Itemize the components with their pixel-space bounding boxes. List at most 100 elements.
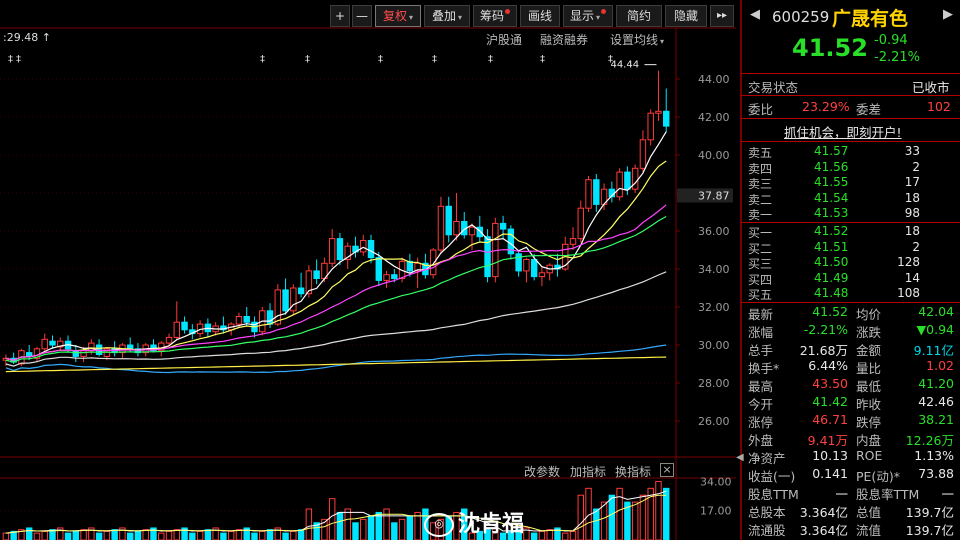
candle-body bbox=[313, 270, 320, 279]
event-marker-icon: ‡ bbox=[16, 54, 21, 65]
volume-bar bbox=[538, 530, 546, 540]
stat-row: 股息TTM 一 股息率TTM 一 bbox=[740, 484, 960, 502]
stat-value: ▼0.94 bbox=[916, 322, 954, 337]
stat-value: -2.21% bbox=[803, 322, 848, 337]
candle-body bbox=[282, 289, 289, 312]
ma-settings-link[interactable]: 设置均线 ▾ bbox=[610, 31, 664, 48]
switch-indicator-button[interactable]: 换指标 bbox=[615, 463, 651, 480]
volume-bar bbox=[360, 518, 367, 540]
zoom-in-button[interactable]: + bbox=[330, 5, 350, 27]
volume-bar bbox=[593, 508, 600, 540]
quote-panel: ◀ 600259 广晟有色 ▶ 41.52 -0.94 -2.21% 交易状态 … bbox=[740, 0, 960, 540]
change-params-button[interactable]: 改参数 bbox=[524, 463, 560, 480]
close-indicator-icon[interactable]: × bbox=[660, 463, 674, 477]
collapse-panel-icon[interactable]: ◀ bbox=[736, 452, 744, 463]
volume-bar bbox=[189, 532, 196, 540]
more-button[interactable]: ▸▸ bbox=[710, 5, 734, 27]
volume-bar bbox=[398, 518, 406, 540]
volume-bar bbox=[569, 530, 577, 540]
chouma-button[interactable]: 筹码 bbox=[473, 5, 517, 27]
vol-ma5-line bbox=[5, 490, 667, 534]
volume-bar bbox=[165, 530, 173, 540]
dropdown-icon: ▾ bbox=[596, 13, 601, 22]
volume-bar bbox=[126, 532, 134, 540]
y-tick-label: 40.00 bbox=[698, 149, 730, 162]
ask-label: 卖二 bbox=[748, 192, 773, 207]
candle-body bbox=[165, 336, 173, 344]
y-tick-label: 36.00 bbox=[698, 225, 730, 238]
ask-label: 卖一 bbox=[748, 208, 773, 223]
ask-row[interactable]: 卖一 41.53 98 bbox=[740, 206, 960, 222]
dropdown-icon: ▾ bbox=[458, 13, 463, 22]
candle-body bbox=[235, 316, 243, 325]
ask-row[interactable]: 卖五 41.57 33 bbox=[740, 144, 960, 160]
bid-volume: 128 bbox=[897, 255, 920, 270]
weibo-logo-icon: ◎ bbox=[424, 513, 454, 537]
bid-price: 41.52 bbox=[814, 224, 849, 238]
stat-row: 收益(一) 0.141 PE(动)* 73.88 bbox=[740, 466, 960, 484]
stat-label: 换手* bbox=[748, 361, 780, 376]
high-price-label: 44.44 bbox=[610, 60, 639, 71]
candle-body bbox=[523, 259, 530, 272]
fuquan-button[interactable]: 复权 ▾ bbox=[375, 5, 421, 27]
bid-row[interactable]: 买四 41.49 14 bbox=[740, 271, 960, 287]
candle-body bbox=[616, 171, 623, 198]
volume-bar bbox=[631, 501, 639, 540]
candle-body bbox=[453, 221, 460, 236]
rongzi-link[interactable]: 融资融券 bbox=[540, 31, 588, 48]
ask-volume: 33 bbox=[904, 144, 920, 158]
stat-row: 最高 43.50 最低 41.20 bbox=[740, 376, 960, 394]
hugutong-link[interactable]: 沪股通 bbox=[486, 31, 522, 48]
bid-label: 买五 bbox=[748, 288, 773, 303]
candle-body bbox=[328, 238, 336, 264]
xianshi-button[interactable]: 显示 ▾ bbox=[563, 5, 613, 27]
fuquan-label: 复权 bbox=[382, 9, 407, 23]
jianyue-button[interactable]: 简约 bbox=[616, 5, 662, 27]
volume-bar bbox=[655, 480, 662, 540]
stat-label: 最新 bbox=[748, 307, 774, 322]
prev-stock-icon[interactable]: ◀ bbox=[750, 7, 760, 22]
bid-row[interactable]: 买三 41.50 128 bbox=[740, 255, 960, 271]
volume-bar bbox=[64, 532, 72, 540]
ask-row[interactable]: 卖三 41.55 17 bbox=[740, 175, 960, 191]
volume-bar bbox=[95, 532, 103, 540]
y-tick-label: 26.00 bbox=[698, 415, 730, 428]
volume-bar bbox=[367, 515, 375, 540]
candle-body bbox=[593, 179, 600, 205]
ask-price: 41.56 bbox=[814, 159, 849, 174]
watermark: ◎ 沈肯福 bbox=[424, 506, 524, 538]
candle-body bbox=[476, 226, 483, 238]
volume-bar bbox=[111, 529, 118, 540]
bid-volume: 108 bbox=[897, 286, 920, 301]
volume-bar bbox=[41, 530, 48, 540]
bid-row[interactable]: 买二 41.51 2 bbox=[740, 240, 960, 256]
stat-value: 46.71 bbox=[812, 412, 848, 427]
y-tick-label: 42.00 bbox=[698, 111, 730, 124]
bid-row[interactable]: 买五 41.48 108 bbox=[740, 286, 960, 302]
vol-tick-label: 17.00 bbox=[700, 505, 732, 518]
stat-value: 139.7亿 bbox=[905, 505, 954, 520]
stat-row: 今开 41.42 昨收 42.46 bbox=[740, 394, 960, 412]
candle-body bbox=[25, 352, 33, 357]
volume-bar bbox=[72, 530, 80, 540]
stat-row: 最新 41.52 均价 42.04 bbox=[740, 304, 960, 322]
bid-label: 买一 bbox=[748, 226, 773, 240]
kline-chart[interactable]: 26.0028.0030.0032.0034.0036.0038.0040.00… bbox=[0, 0, 740, 540]
yincang-button[interactable]: 隐藏 bbox=[665, 5, 707, 27]
bid-price: 41.50 bbox=[814, 255, 849, 270]
stat-row: 换手* 6.44% 量比 1.02 bbox=[740, 358, 960, 376]
ask-row[interactable]: 卖二 41.54 18 bbox=[740, 191, 960, 207]
bid-row[interactable]: 买一 41.52 18 bbox=[740, 224, 960, 240]
price-change-pct: -2.21% bbox=[874, 50, 920, 65]
add-indicator-button[interactable]: 加指标 bbox=[570, 463, 606, 480]
open-account-link[interactable]: 抓住机会，即刻开户! bbox=[784, 122, 902, 141]
huaxian-button[interactable]: 画线 bbox=[520, 5, 560, 27]
weicha-value: 102 bbox=[927, 99, 951, 114]
zoom-out-button[interactable]: — bbox=[352, 5, 372, 27]
bid-price: 41.48 bbox=[814, 286, 849, 301]
stat-label: 净资产 bbox=[748, 451, 786, 466]
next-stock-icon[interactable]: ▶ bbox=[943, 7, 953, 22]
candle-body bbox=[655, 110, 662, 114]
diejia-button[interactable]: 叠加 ▾ bbox=[424, 5, 470, 27]
ask-row[interactable]: 卖四 41.56 2 bbox=[740, 160, 960, 176]
